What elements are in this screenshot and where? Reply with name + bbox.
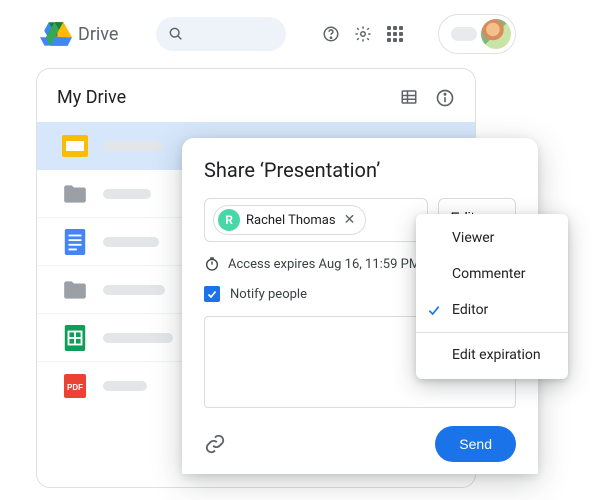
top-icons [322,25,404,43]
role-option-label: Editor [452,302,488,318]
pdf-icon: PDF [61,375,89,397]
people-input[interactable]: R Rachel Thomas ✕ [204,198,428,242]
drive-header: My Drive [37,87,475,122]
info-icon[interactable] [435,88,455,108]
search-icon [168,26,184,42]
file-name-placeholder [103,141,163,151]
account-chip[interactable] [438,14,516,54]
role-option-label: Viewer [452,230,494,246]
role-option-editor[interactable]: Editor [416,292,568,328]
role-option-label: Commenter [452,266,526,282]
folder-icon [61,183,89,205]
account-label-placeholder [451,27,477,41]
view-list-icon[interactable] [399,88,419,106]
top-bar: Drive [0,0,608,62]
drive-logo[interactable]: Drive [40,22,118,46]
page-title: My Drive [57,87,126,108]
avatar [481,19,511,49]
person-avatar: R [218,209,240,231]
person-chip[interactable]: R Rachel Thomas ✕ [213,205,366,235]
apps-icon[interactable] [386,25,404,43]
file-name-placeholder [103,333,173,343]
share-title: Share ‘Presentation’ [204,158,516,182]
sheets-icon [61,327,89,349]
notify-label: Notify people [230,287,307,302]
role-menu: Viewer Commenter Editor Edit expiration [416,214,568,379]
edit-expiration-option[interactable]: Edit expiration [416,337,568,373]
menu-divider [416,332,568,333]
file-name-placeholder [103,189,151,199]
product-name: Drive [78,24,118,45]
remove-person-icon[interactable]: ✕ [342,212,358,228]
folder-icon [61,279,89,301]
drive-icon [46,22,72,46]
docs-icon [61,231,89,253]
check-icon [426,302,442,318]
file-name-placeholder [103,237,159,247]
file-name-placeholder [103,285,165,295]
menu-item-label: Edit expiration [452,347,541,363]
timer-icon [204,256,220,272]
role-option-viewer[interactable]: Viewer [416,220,568,256]
search-input[interactable] [156,17,286,51]
person-name: Rachel Thomas [246,213,336,228]
send-button[interactable]: Send [435,426,516,462]
slides-icon [61,135,89,157]
role-option-commenter[interactable]: Commenter [416,256,568,292]
notify-checkbox[interactable] [204,286,220,302]
expires-text: Access expires Aug 16, 11:59 PM [228,257,420,272]
copy-link-icon[interactable] [204,433,226,455]
svg-text:PDF: PDF [67,383,83,392]
file-name-placeholder [103,381,147,391]
help-icon[interactable] [322,25,340,43]
settings-icon[interactable] [354,25,372,43]
